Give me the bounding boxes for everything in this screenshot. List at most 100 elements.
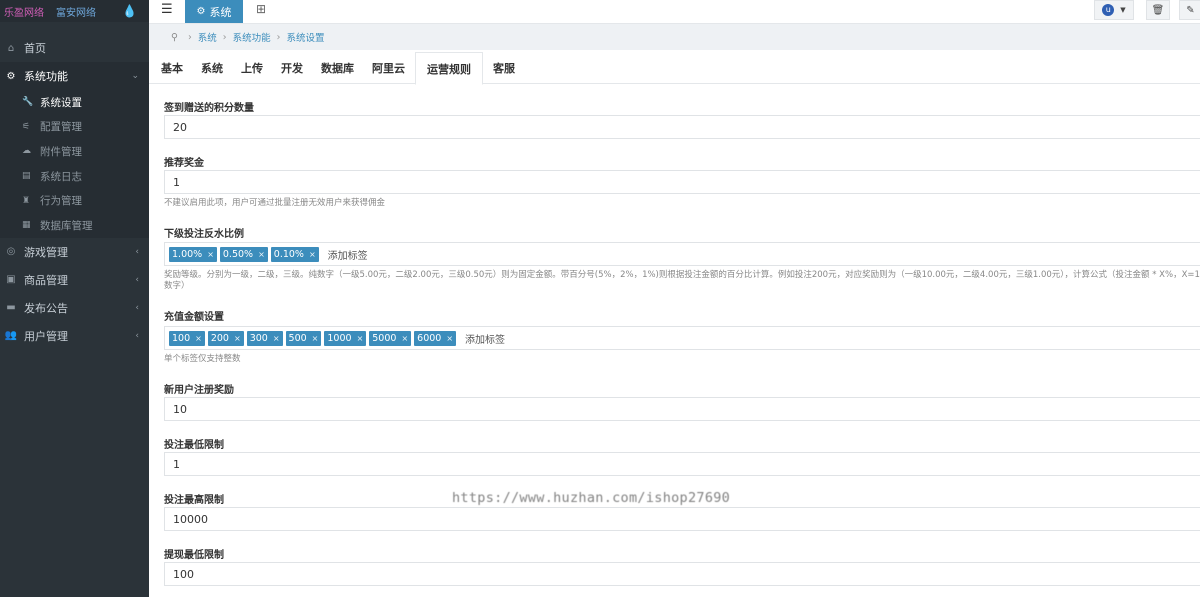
droplet-icon[interactable]: 💧 bbox=[122, 4, 137, 18]
sidebar-subitem-database[interactable]: ▦ 数据库管理 bbox=[0, 213, 149, 238]
gear-icon: ⚙ bbox=[6, 70, 16, 82]
sidebar-subitem-behavior[interactable]: ♜ 行为管理 bbox=[0, 188, 149, 213]
trash-button[interactable]: 🗑 bbox=[1146, 0, 1170, 20]
referral-bonus-hint: 不建议启用此项，用户可通过批量注册无效用户来获得佣金 bbox=[164, 198, 386, 208]
signin-points-input[interactable]: 20 bbox=[164, 115, 1200, 139]
sidebar-subitem-settings[interactable]: 🔧 系统设置 bbox=[0, 90, 149, 115]
tag-chip: 100 × bbox=[169, 330, 205, 346]
chevron-down-icon: ⌄ bbox=[131, 71, 139, 81]
settings-form: 签到赠送的积分数量 20 推荐奖金 1 不建议启用此项，用户可通过批量注册无效用… bbox=[149, 85, 1200, 597]
tab-basic[interactable]: 基本 bbox=[153, 52, 191, 83]
min-withdraw-label: 提现最低限制 bbox=[164, 550, 224, 561]
location-pin-icon: ⚲ bbox=[171, 31, 178, 43]
sidebar-item-users[interactable]: 👥 用户管理 ‹ bbox=[0, 322, 149, 350]
tab-upload[interactable]: 上传 bbox=[233, 52, 271, 83]
min-bet-input[interactable]: 1 bbox=[164, 452, 1200, 476]
breadcrumb-separator-icon: › bbox=[187, 31, 192, 43]
sidebar-item-system[interactable]: ⚙ 系统功能 ⌄ bbox=[0, 62, 149, 90]
grid-apps-icon[interactable]: ⊞ bbox=[256, 2, 266, 16]
edit-button[interactable]: ✎ bbox=[1179, 0, 1200, 20]
top-tab-label: 系统 bbox=[209, 5, 232, 19]
home-icon: ⌂ bbox=[7, 42, 15, 54]
sidebar-item-label: 发布公告 bbox=[24, 301, 68, 315]
tag-text: 1000 bbox=[327, 332, 352, 344]
tag-remove-icon[interactable]: × bbox=[312, 334, 319, 343]
tab-customer-service[interactable]: 客服 bbox=[485, 52, 523, 83]
tag-remove-icon[interactable]: × bbox=[273, 334, 280, 343]
max-bet-input[interactable]: 10000 bbox=[164, 507, 1200, 531]
sidebar-item-label: 首页 bbox=[24, 42, 46, 55]
sidebar-subitem-logs[interactable]: ▤ 系统日志 bbox=[0, 164, 149, 189]
tag-remove-icon[interactable]: × bbox=[195, 334, 202, 343]
database-icon: ▦ bbox=[22, 220, 31, 231]
rebate-ratio-tags-input[interactable]: 1.00% × 0.50% × 0.10% × 添加标签 bbox=[164, 242, 1200, 266]
edit-icon: ✎ bbox=[1186, 4, 1195, 16]
tag-text: 0.10% bbox=[273, 248, 304, 260]
add-tag-input[interactable]: 添加标签 bbox=[328, 247, 368, 262]
sidebar-subitem-label: 系统日志 bbox=[40, 170, 82, 183]
min-bet-label: 投注最低限制 bbox=[164, 440, 224, 451]
cloud-icon: ☁ bbox=[22, 146, 31, 157]
users-icon: 👥 bbox=[4, 330, 18, 342]
new-user-bonus-label: 新用户注册奖励 bbox=[164, 385, 234, 396]
tab-database[interactable]: 数据库 bbox=[313, 52, 362, 83]
tag-text: 1.00% bbox=[172, 248, 203, 260]
hamburger-menu-icon[interactable]: ☰ bbox=[161, 2, 173, 17]
gamepad-icon: ◎ bbox=[6, 246, 16, 258]
tag-remove-icon[interactable]: × bbox=[357, 334, 364, 343]
tab-operation-rules[interactable]: 运营规则 bbox=[415, 52, 483, 85]
chevron-left-icon: ‹ bbox=[135, 302, 139, 313]
sidebar-item-games[interactable]: ◎ 游戏管理 ‹ bbox=[0, 238, 149, 266]
min-withdraw-input[interactable]: 100 bbox=[164, 562, 1200, 586]
sidebar-subitem-label: 附件管理 bbox=[40, 145, 82, 158]
recharge-amount-hint: 单个标签仅支持整数 bbox=[164, 354, 241, 364]
recharge-amount-label: 充值金额设置 bbox=[164, 312, 224, 323]
tag-text: 500 bbox=[288, 332, 307, 344]
settings-tabs: 基本 系统 上传 开发 数据库 阿里云 运营规则 客服 bbox=[149, 52, 1200, 85]
sidebar-item-notices[interactable]: ▬ 发布公告 ‹ bbox=[0, 294, 149, 322]
tab-aliyun[interactable]: 阿里云 bbox=[364, 52, 413, 83]
sidebar: 乐盈网络 富安网络 💧 ⌂ 首页 ⚙ 系统功能 ⌄ 🔧 系统设置 ⚟ 配置管理 … bbox=[0, 0, 149, 597]
caret-down-icon: ▼ bbox=[1120, 6, 1126, 14]
brand-logo-secondary: 富安网络 bbox=[56, 7, 96, 19]
tag-remove-icon[interactable]: × bbox=[207, 250, 214, 259]
brand-logo-primary[interactable]: 乐盈网络 bbox=[4, 4, 44, 19]
trash-icon: 🗑 bbox=[1151, 4, 1165, 16]
avatar-icon: u bbox=[1102, 4, 1115, 16]
tab-develop[interactable]: 开发 bbox=[273, 52, 311, 83]
sidebar-subitem-label: 配置管理 bbox=[40, 121, 82, 134]
tag-chip: 500 × bbox=[285, 330, 322, 346]
tag-chip: 1000 × bbox=[324, 330, 367, 346]
add-tag-input[interactable]: 添加标签 bbox=[465, 331, 505, 346]
tag-remove-icon[interactable]: × bbox=[401, 334, 408, 343]
tag-remove-icon[interactable]: × bbox=[234, 334, 241, 343]
top-tab-system[interactable]: ⚙ 系统 bbox=[185, 0, 243, 23]
tab-system[interactable]: 系统 bbox=[193, 52, 231, 83]
breadcrumb-item[interactable]: 系统功能 bbox=[233, 30, 271, 44]
recharge-amount-tags-input[interactable]: 100 × 200 × 300 × 500 × 1000 × 5000 × 6000 × 添加… bbox=[164, 326, 1200, 350]
breadcrumb: ⚲ › 系统 › 系统功能 › 系统设置 bbox=[149, 24, 1200, 50]
sidebar-item-home[interactable]: ⌂ 首页 bbox=[0, 34, 149, 62]
tag-remove-icon[interactable]: × bbox=[309, 250, 316, 259]
rebate-ratio-hint: 奖励等级。分别为一级，二级，三级。纯数字（一级5.00元，二级2.00元，三级0… bbox=[164, 270, 1200, 280]
sidebar-item-products[interactable]: ▣ 商品管理 ‹ bbox=[0, 266, 149, 294]
breadcrumb-item[interactable]: 系统 bbox=[198, 30, 217, 44]
referral-bonus-label: 推荐奖金 bbox=[164, 158, 204, 169]
tag-text: 0.50% bbox=[222, 248, 254, 260]
gear-icon: ⚙ bbox=[196, 6, 206, 17]
behavior-icon: ♜ bbox=[22, 195, 31, 206]
breadcrumb-item[interactable]: 系统设置 bbox=[286, 30, 324, 44]
tag-remove-icon[interactable]: × bbox=[446, 334, 453, 343]
new-user-bonus-input[interactable]: 10 bbox=[164, 397, 1200, 421]
sidebar-subitem-label: 行为管理 bbox=[40, 195, 82, 208]
tag-text: 5000 bbox=[372, 332, 397, 344]
referral-bonus-input[interactable]: 1 bbox=[164, 170, 1200, 194]
user-avatar-dropdown[interactable]: u ▼ bbox=[1094, 0, 1134, 20]
sidebar-subitem-config[interactable]: ⚟ 配置管理 bbox=[0, 115, 149, 140]
wrench-icon: 🔧 bbox=[22, 97, 34, 108]
sidebar-subitem-attachments[interactable]: ☁ 附件管理 bbox=[0, 139, 149, 164]
log-icon: ▤ bbox=[22, 171, 31, 182]
tag-remove-icon[interactable]: × bbox=[258, 250, 265, 259]
sidebar-subitem-label: 数据库管理 bbox=[40, 219, 93, 232]
tag-text: 300 bbox=[249, 332, 268, 344]
